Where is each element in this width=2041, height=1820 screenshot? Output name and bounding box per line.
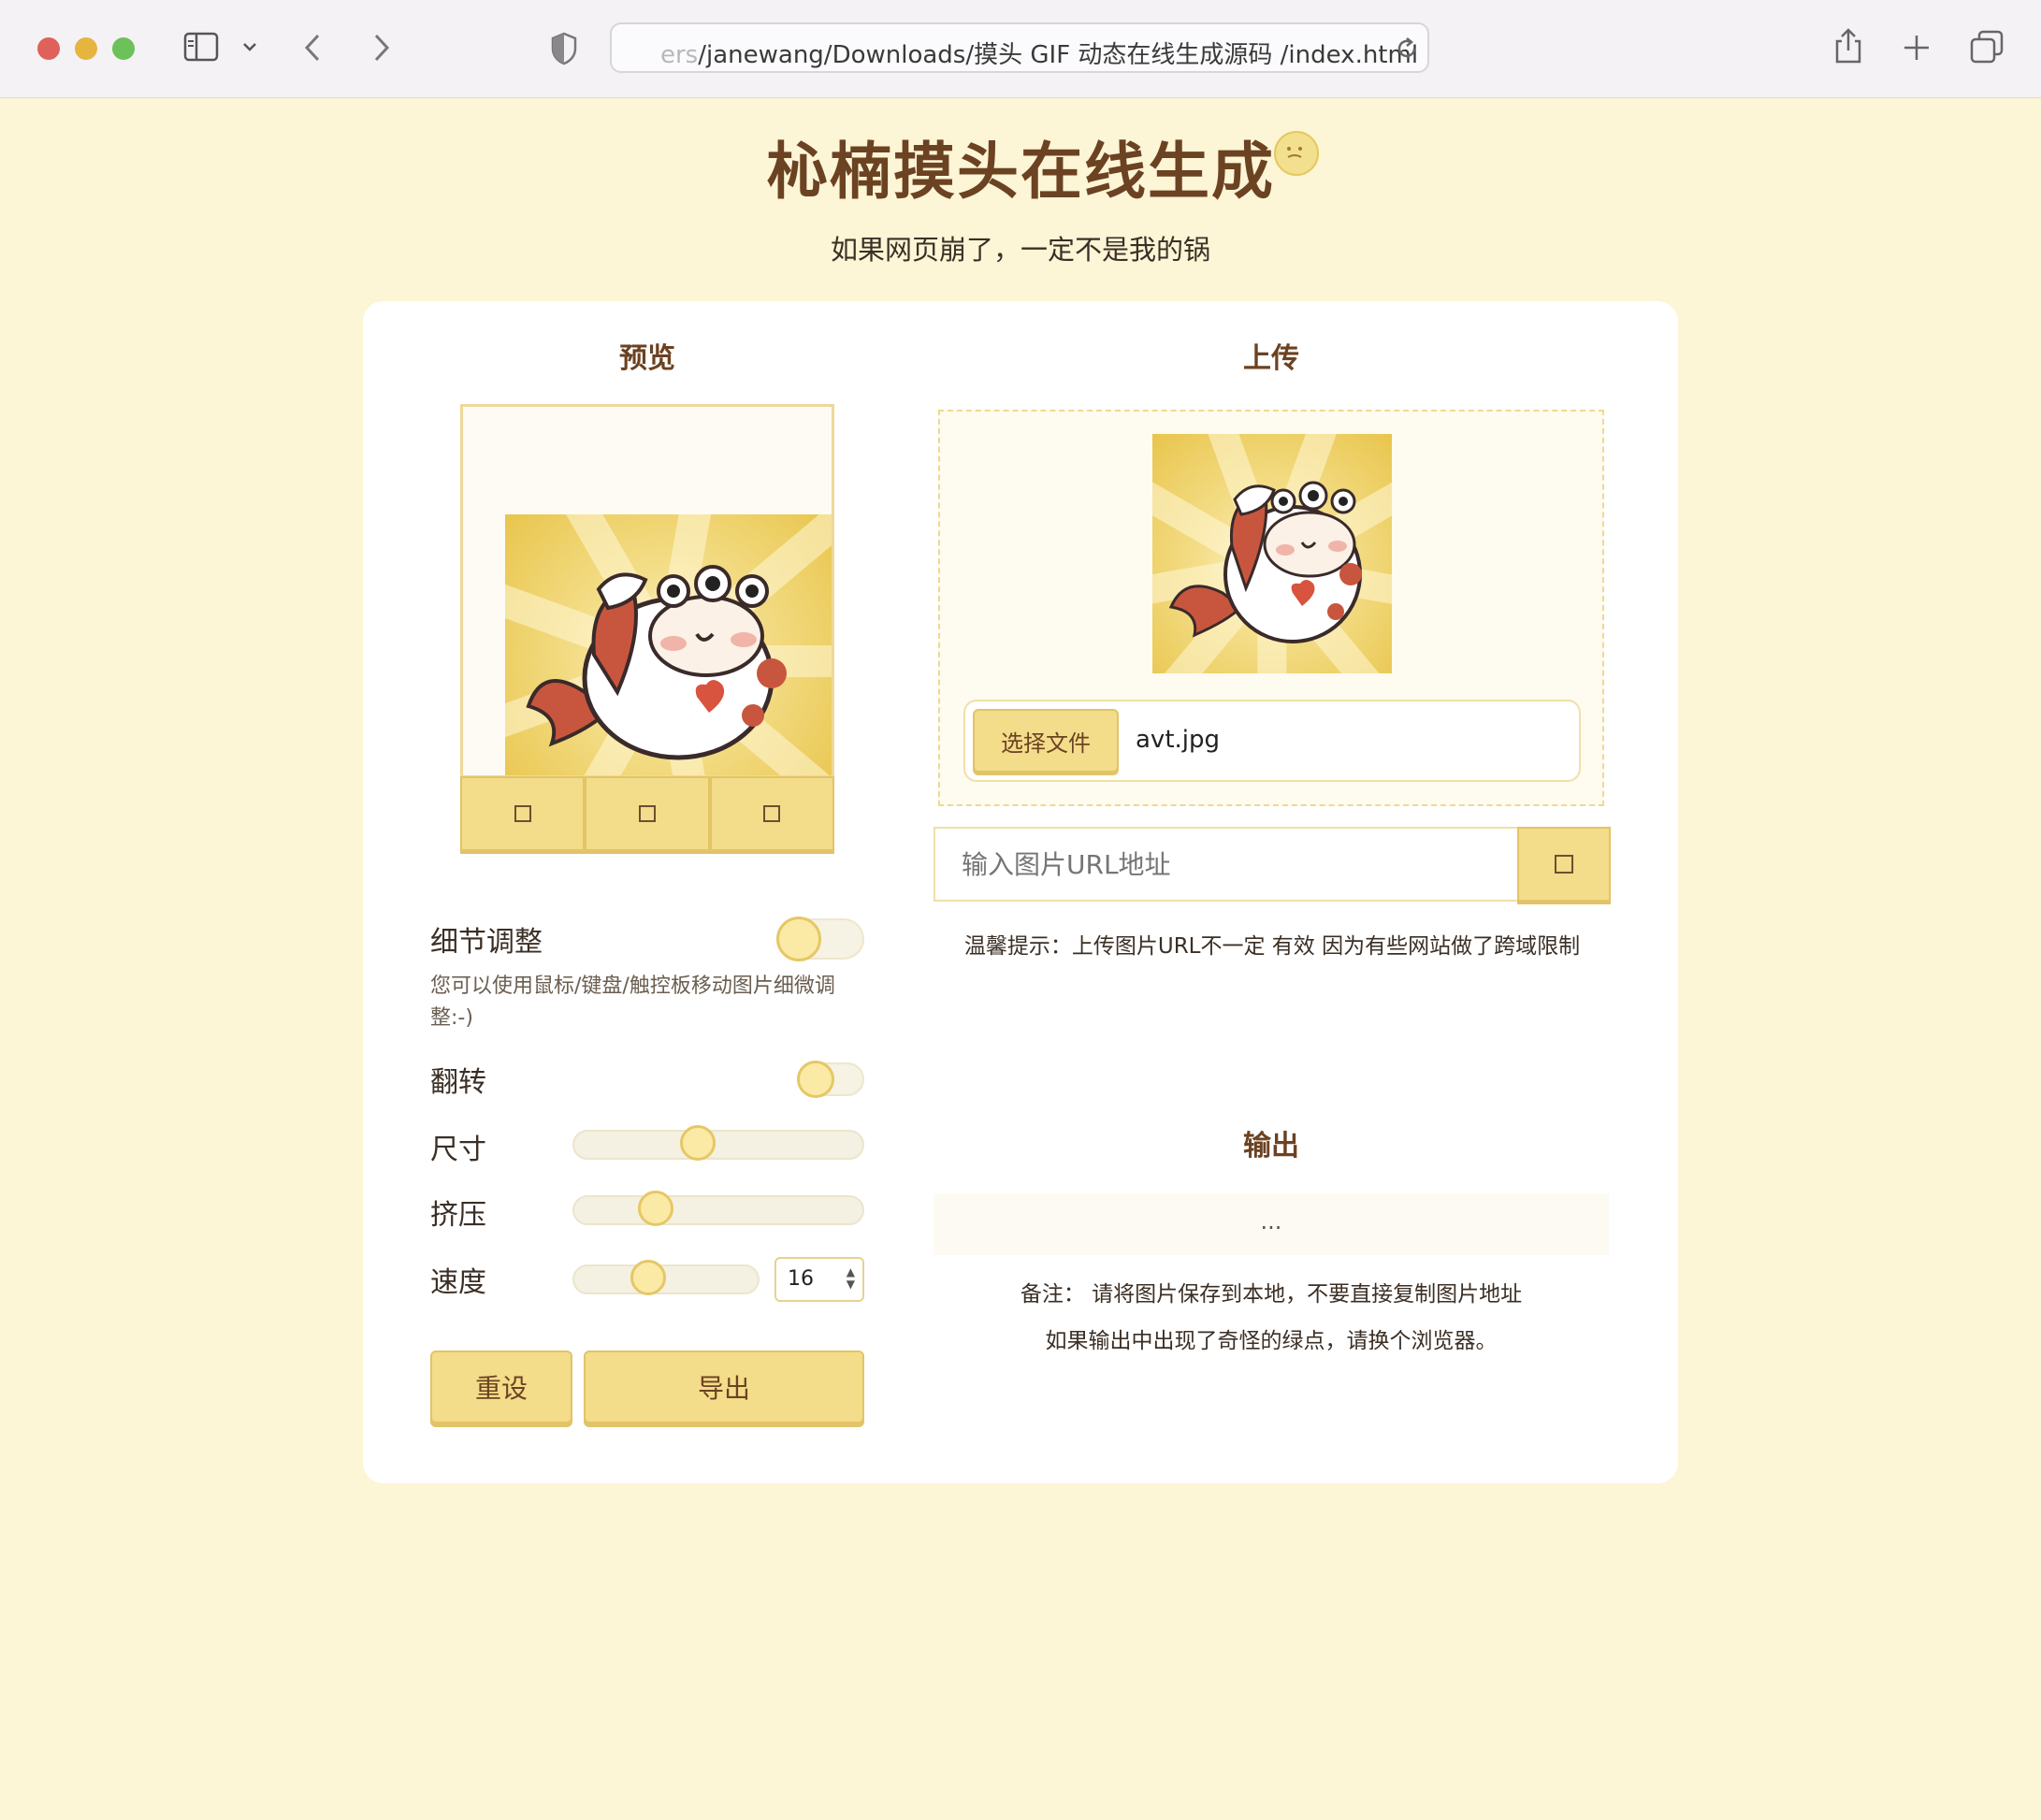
export-button[interactable]: 导出 — [584, 1351, 864, 1423]
slider-knob[interactable] — [630, 1260, 667, 1295]
toggle-knob — [797, 1061, 834, 1098]
size-slider[interactable] — [572, 1125, 864, 1161]
share-icon[interactable] — [1833, 26, 1863, 65]
selected-file-name: avt.jpg — [1136, 726, 1221, 754]
upload-heading: 上传 — [1243, 342, 1299, 375]
page-title: 杺楠摸头在线生成 — [766, 136, 1275, 208]
preview-action-button-1[interactable] — [460, 776, 586, 851]
detail-adjust-label: 细节调整 — [430, 926, 543, 959]
sidebar-toggle-icon[interactable] — [183, 32, 219, 64]
toggle-knob — [776, 917, 821, 961]
speed-number-value: 16 — [788, 1267, 814, 1291]
output-heading: 输出 — [1243, 1130, 1299, 1163]
file-picker: 选择文件 avt.jpg — [963, 700, 1581, 782]
choose-file-button[interactable]: 选择文件 — [973, 709, 1119, 773]
output-note-1: 备注： 请将图片保存到本地，不要直接复制图片地址 — [1020, 1282, 1523, 1307]
close-window-button[interactable] — [37, 37, 60, 60]
back-arrow-icon[interactable] — [301, 32, 324, 64]
preview-canvas[interactable] — [460, 404, 834, 778]
chevron-down-icon[interactable] — [241, 41, 258, 54]
reset-button[interactable]: 重设 — [430, 1351, 572, 1423]
shield-icon[interactable] — [550, 32, 578, 65]
new-tab-icon[interactable] — [1903, 34, 1931, 62]
square-icon — [638, 805, 656, 822]
flip-toggle[interactable] — [797, 1061, 864, 1098]
slider-knob[interactable] — [680, 1125, 717, 1161]
tab-overview-icon[interactable] — [1970, 30, 2004, 64]
browser-toolbar: ers/janewang/Downloads/摸头 GIF 动态在线生成源码 /… — [0, 0, 2041, 98]
preview-heading: 预览 — [619, 342, 675, 375]
koi-cat-illustration — [1168, 481, 1362, 643]
smiley-icon — [1274, 131, 1319, 176]
square-icon — [763, 805, 781, 822]
url-submit-button[interactable] — [1517, 827, 1611, 902]
speed-number-input[interactable]: 16 ▲ ▼ — [774, 1257, 864, 1302]
preview-button-row — [460, 776, 834, 851]
uploaded-avatar-thumbnail — [1152, 434, 1392, 673]
output-note-2: 如果输出中出现了奇怪的绿点，请换个浏览器。 — [1045, 1329, 1498, 1353]
speed-slider[interactable] — [572, 1260, 760, 1295]
koi-cat-illustration — [526, 565, 787, 760]
squeeze-label: 挤压 — [430, 1199, 486, 1232]
page-subtitle: 如果网页崩了，一定不是我的锅 — [830, 234, 1210, 266]
flip-label: 翻转 — [430, 1066, 486, 1099]
output-area: ... — [934, 1193, 1609, 1255]
size-label: 尺寸 — [430, 1134, 486, 1166]
detail-adjust-toggle[interactable] — [776, 917, 864, 961]
squeeze-slider[interactable] — [572, 1191, 864, 1226]
reload-icon[interactable] — [1394, 36, 1420, 62]
minimize-window-button[interactable] — [75, 37, 97, 60]
stepper-icon[interactable]: ▲ ▼ — [847, 1266, 855, 1291]
square-icon — [1555, 855, 1573, 874]
maximize-window-button[interactable] — [112, 37, 135, 60]
upload-tip: 温馨提示：上传图片URL不一定 有效 因为有些网站做了跨域限制 — [963, 934, 1581, 959]
address-bar[interactable]: ers/janewang/Downloads/摸头 GIF 动态在线生成源码 /… — [610, 22, 1429, 73]
preview-avatar-image — [505, 514, 832, 775]
image-url-input[interactable] — [934, 827, 1517, 902]
address-text: ers/janewang/Downloads/摸头 GIF 动态在线生成源码 /… — [660, 41, 1419, 69]
slider-knob[interactable] — [637, 1191, 673, 1226]
square-icon — [514, 805, 531, 822]
preview-action-button-3[interactable] — [709, 776, 834, 851]
preview-action-button-2[interactable] — [585, 776, 710, 851]
detail-adjust-hint: 您可以使用鼠标/键盘/触控板移动图片细微调整:-) — [430, 975, 835, 1030]
speed-label: 速度 — [430, 1266, 486, 1299]
forward-arrow-icon[interactable] — [370, 32, 393, 64]
